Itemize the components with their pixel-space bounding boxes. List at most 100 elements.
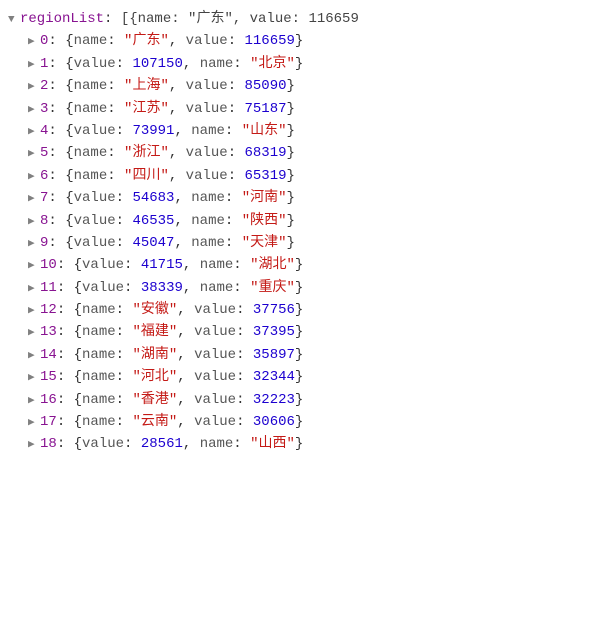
- comma: ,: [174, 213, 191, 229]
- prop-name-label: name: [74, 101, 108, 117]
- close-brace: }: [287, 78, 295, 94]
- triangle-right-icon[interactable]: ▶: [28, 169, 40, 187]
- colon: :: [116, 190, 133, 206]
- colon: :: [236, 414, 253, 430]
- name-value: 湖南: [141, 347, 169, 363]
- array-item-row[interactable]: ▶5: {name: "浙江", value: 68319}: [8, 142, 608, 164]
- colon: :: [48, 168, 65, 184]
- close-brace: }: [295, 324, 303, 340]
- triangle-right-icon[interactable]: ▶: [28, 124, 40, 142]
- array-index: 15: [40, 369, 57, 385]
- array-item-row[interactable]: ▶3: {name: "江苏", value: 75187}: [8, 98, 608, 120]
- comma: ,: [169, 33, 186, 49]
- triangle-down-icon[interactable]: ▼: [8, 12, 20, 30]
- triangle-right-icon[interactable]: ▶: [28, 437, 40, 455]
- array-item-row[interactable]: ▶4: {value: 73991, name: "山东"}: [8, 120, 608, 142]
- triangle-right-icon[interactable]: ▶: [28, 370, 40, 388]
- triangle-right-icon[interactable]: ▶: [28, 348, 40, 366]
- triangle-right-icon[interactable]: ▶: [28, 57, 40, 75]
- colon: :: [225, 213, 242, 229]
- triangle-right-icon[interactable]: ▶: [28, 236, 40, 254]
- prop-value-label: value: [186, 145, 228, 161]
- triangle-right-icon[interactable]: ▶: [28, 325, 40, 343]
- triangle-right-icon[interactable]: ▶: [28, 393, 40, 411]
- array-item-row[interactable]: ▶16: {name: "香港", value: 32223}: [8, 389, 608, 411]
- value-number: 85090: [245, 78, 287, 94]
- colon: :: [116, 235, 133, 251]
- object-summary: {name: "上海", value: 85090}: [65, 78, 295, 94]
- colon: :: [57, 369, 74, 385]
- array-item-row[interactable]: ▶2: {name: "上海", value: 85090}: [8, 75, 608, 97]
- array-item-row[interactable]: ▶14: {name: "湖南", value: 35897}: [8, 344, 608, 366]
- colon: :: [57, 324, 74, 340]
- colon: :: [228, 101, 245, 117]
- colon: :: [124, 436, 141, 452]
- close-brace: }: [295, 392, 303, 408]
- quote: ": [169, 347, 177, 363]
- open-brace: {: [65, 213, 73, 229]
- quote: ": [278, 235, 286, 251]
- comma: ,: [183, 257, 200, 273]
- array-item-row[interactable]: ▶18: {value: 28561, name: "山西"}: [8, 433, 608, 455]
- colon: :: [107, 78, 124, 94]
- array-item-row[interactable]: ▶0: {name: "广东", value: 116659}: [8, 30, 608, 52]
- colon: :: [57, 392, 74, 408]
- comma: ,: [183, 280, 200, 296]
- triangle-right-icon[interactable]: ▶: [28, 258, 40, 276]
- quote: ": [132, 302, 140, 318]
- colon: :: [228, 33, 245, 49]
- triangle-right-icon[interactable]: ▶: [28, 79, 40, 97]
- open-brace: {: [65, 123, 73, 139]
- array-item-row[interactable]: ▶13: {name: "福建", value: 37395}: [8, 321, 608, 343]
- comma: ,: [177, 324, 194, 340]
- colon: :: [233, 436, 250, 452]
- open-brace: {: [65, 145, 73, 161]
- array-item-row[interactable]: ▶15: {name: "河北", value: 32344}: [8, 366, 608, 388]
- colon: :: [225, 235, 242, 251]
- prop-value-label: value: [186, 101, 228, 117]
- open-brace: {: [65, 33, 73, 49]
- close-brace: }: [287, 213, 295, 229]
- prop-name-label: name: [82, 392, 116, 408]
- quote: ": [278, 123, 286, 139]
- triangle-right-icon[interactable]: ▶: [28, 303, 40, 321]
- array-item-row[interactable]: ▶1: {value: 107150, name: "北京"}: [8, 53, 608, 75]
- root-key: regionList: [20, 11, 104, 27]
- colon: :: [124, 280, 141, 296]
- array-item-row[interactable]: ▶12: {name: "安徽", value: 37756}: [8, 299, 608, 321]
- open-brace: {: [74, 280, 82, 296]
- array-item-row[interactable]: ▶6: {name: "四川", value: 65319}: [8, 165, 608, 187]
- array-item-row[interactable]: ▶8: {value: 46535, name: "陕西"}: [8, 210, 608, 232]
- array-item-row[interactable]: ▶7: {value: 54683, name: "河南"}: [8, 187, 608, 209]
- triangle-right-icon[interactable]: ▶: [28, 102, 40, 120]
- colon: :: [236, 369, 253, 385]
- prop-value-label: value: [74, 235, 116, 251]
- triangle-right-icon[interactable]: ▶: [28, 146, 40, 164]
- quote: ": [160, 145, 168, 161]
- close-brace: }: [287, 101, 295, 117]
- name-value: 湖北: [259, 257, 287, 273]
- triangle-right-icon[interactable]: ▶: [28, 191, 40, 209]
- value-number: 73991: [132, 123, 174, 139]
- array-item-row[interactable]: ▶9: {value: 45047, name: "天津"}: [8, 232, 608, 254]
- quote: ": [160, 101, 168, 117]
- array-item-row[interactable]: ▶17: {name: "云南", value: 30606}: [8, 411, 608, 433]
- quote: ": [250, 56, 258, 72]
- quote: ": [250, 257, 258, 273]
- array-item-row[interactable]: ▶10: {value: 41715, name: "湖北"}: [8, 254, 608, 276]
- prop-name-label: name: [191, 235, 225, 251]
- colon: :: [107, 168, 124, 184]
- root-property-row[interactable]: ▼regionList: [{name: "广东", value: 116659: [8, 8, 608, 30]
- close-brace: }: [295, 257, 303, 273]
- open-brace: {: [74, 302, 82, 318]
- comma: ,: [174, 235, 191, 251]
- close-brace: }: [295, 436, 303, 452]
- colon: :: [48, 56, 65, 72]
- triangle-right-icon[interactable]: ▶: [28, 415, 40, 433]
- triangle-right-icon[interactable]: ▶: [28, 281, 40, 299]
- array-item-row[interactable]: ▶11: {value: 38339, name: "重庆"}: [8, 277, 608, 299]
- prop-name-label: name: [82, 369, 116, 385]
- value-number: 45047: [132, 235, 174, 251]
- triangle-right-icon[interactable]: ▶: [28, 34, 40, 52]
- triangle-right-icon[interactable]: ▶: [28, 214, 40, 232]
